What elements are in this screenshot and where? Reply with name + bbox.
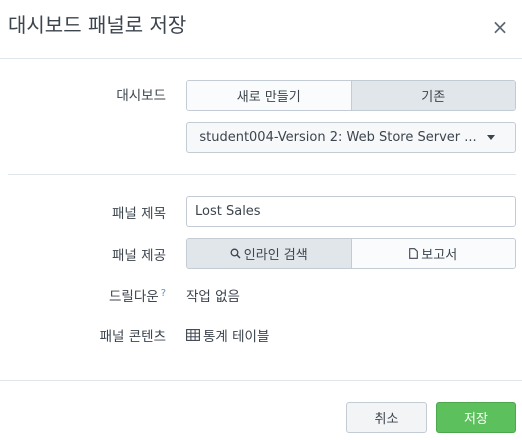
dashboard-new-option[interactable]: 새로 만들기 xyxy=(187,81,351,110)
dashboard-select-value: student004-Version 2: Web Store Server .… xyxy=(199,130,477,145)
report-label: 보고서 xyxy=(421,248,458,263)
panel-content-label: 패널 콘텐츠 xyxy=(99,329,166,345)
cancel-button[interactable]: 취소 xyxy=(346,402,427,433)
report-icon xyxy=(409,248,419,259)
search-icon xyxy=(230,248,241,259)
panel-powered-by-toggle: 인라인 검색 보고서 xyxy=(186,238,516,269)
panel-content-text: 통계 테이블 xyxy=(203,329,270,345)
table-icon xyxy=(186,329,200,341)
report-option[interactable]: 보고서 xyxy=(350,239,515,268)
dashboard-mode-toggle: 새로 만들기 기존 xyxy=(186,80,516,111)
dialog-title: 대시보드 패널로 저장 xyxy=(8,13,187,37)
dashboard-existing-option[interactable]: 기존 xyxy=(350,81,515,110)
chevron-down-icon xyxy=(487,135,495,140)
drilldown-label: 드릴다운? xyxy=(109,285,166,306)
panel-powered-by-label: 패널 제공 xyxy=(112,248,166,264)
panel-content-value: 통계 테이블 xyxy=(186,325,269,345)
panel-title-label: 패널 제목 xyxy=(112,206,166,222)
inline-search-label: 인라인 검색 xyxy=(243,248,308,263)
inline-search-option[interactable]: 인라인 검색 xyxy=(187,239,351,268)
close-icon[interactable]: × xyxy=(490,17,510,37)
panel-title-input[interactable]: Lost Sales xyxy=(186,196,516,227)
drilldown-help-link[interactable]: ? xyxy=(161,288,166,299)
save-as-dashboard-panel-dialog: 대시보드 패널로 저장 × 대시보드 새로 만들기 기존 student004-… xyxy=(0,0,522,440)
dashboard-select[interactable]: student004-Version 2: Web Store Server .… xyxy=(186,122,516,153)
dialog-header: 대시보드 패널로 저장 × xyxy=(0,0,522,59)
dashboard-label: 대시보드 xyxy=(116,88,166,104)
dialog-footer-divider xyxy=(0,380,522,381)
section-divider xyxy=(8,174,516,175)
drilldown-label-text: 드릴다운 xyxy=(109,289,159,305)
drilldown-value: 작업 없음 xyxy=(186,289,240,305)
save-button[interactable]: 저장 xyxy=(436,402,516,433)
